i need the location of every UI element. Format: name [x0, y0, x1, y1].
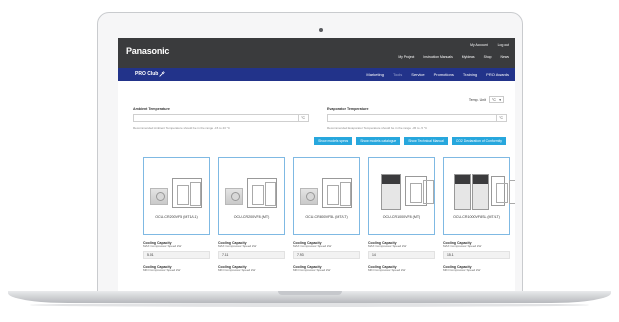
max-speed-label: MAX Compressor Speed kW — [443, 244, 482, 249]
condensing-unit-image — [148, 174, 206, 214]
temp-unit-select[interactable]: °C ▾ — [489, 96, 504, 103]
technical-drawing — [171, 178, 202, 208]
product-card[interactable]: OCU-CR200VF8 (MT) Cooling Capacity MAX C… — [218, 157, 285, 273]
min-speed-label: MIN Compressor Speed kW — [218, 268, 256, 273]
max-speed-label: MAX Compressor Speed kW — [368, 244, 407, 249]
condensing-unit-image — [298, 174, 356, 214]
show-models-specs-button[interactable]: Show models specs — [314, 137, 353, 145]
my-project-link[interactable]: My Project — [398, 55, 414, 59]
laptop-screen: Panasonic My Account Log out My Project … — [118, 38, 515, 291]
nav-marketing[interactable]: Marketing — [366, 72, 384, 77]
nav-promotions[interactable]: Promotions — [434, 72, 454, 77]
show-models-catalogue-button[interactable]: Show models catalogue — [356, 137, 401, 145]
panasonic-logo[interactable]: Panasonic — [126, 46, 169, 56]
min-speed-label: MIN Compressor Speed kW — [368, 268, 406, 273]
laptop-base-notch — [278, 291, 342, 295]
technical-drawing — [246, 178, 277, 208]
co2-declaration-button[interactable]: CO2 Declaration of Conformity — [451, 137, 506, 145]
product-card[interactable]: OCU-CR1000VF8SL (MT/LT) Cooling Capacity… — [443, 157, 515, 273]
laptop-shadow — [30, 303, 589, 307]
nav-links: Marketing Tools Service Promotions Train… — [366, 72, 509, 77]
temp-unit-value: °C — [492, 97, 496, 102]
nav-tools[interactable]: Tools — [393, 72, 402, 77]
temp-unit-label: Temp. Unit — [468, 97, 486, 102]
account-links: My Account Log out — [470, 43, 509, 47]
min-speed-label: MIN Compressor Speed kW — [293, 268, 331, 273]
top-header: Panasonic My Account Log out My Project … — [118, 38, 515, 68]
show-technical-manual-button[interactable]: Show Technical Manual — [404, 137, 448, 145]
instruction-manuals-link[interactable]: Instruction Manuals — [423, 55, 452, 59]
evaporator-temperature-input[interactable]: °C — [327, 114, 507, 122]
logout-link[interactable]: Log out — [498, 43, 509, 47]
max-speed-label: MAX Compressor Speed kW — [218, 244, 257, 249]
ambient-temperature-label: Ambient Temperature — [133, 107, 170, 111]
product-image-frame[interactable]: OCU-CR1000VF8 (MT) — [368, 157, 435, 235]
pro-club-label: PRO Club — [135, 71, 159, 77]
max-speed-label: MAX Compressor Speed kW — [293, 244, 332, 249]
condensing-unit-image — [373, 174, 434, 214]
evaporator-unit: °C — [496, 115, 503, 121]
camera-icon — [319, 28, 323, 32]
evaporator-hint: Recommended Evaporator Temperature shoul… — [327, 126, 428, 130]
shop-link[interactable]: Shop — [484, 55, 492, 59]
technical-drawing — [490, 176, 515, 206]
selector-content: Temp. Unit °C ▾ Ambient Temperature °C R… — [124, 81, 515, 291]
myideas-link[interactable]: MyIdeas — [462, 55, 475, 59]
nav-pro-awards[interactable]: PRO Awards — [486, 72, 509, 77]
pro-club-brand[interactable]: PRO Club — [135, 71, 166, 77]
product-name: OCU-CR200VF5 (MT1/L1) — [155, 215, 198, 219]
chevron-down-icon: ▾ — [499, 97, 501, 102]
condensing-unit-image — [448, 174, 515, 214]
condensing-unit-image — [223, 174, 281, 214]
product-cards: OCU-CR200VF5 (MT1/L1) Cooling Capacity M… — [143, 157, 515, 273]
nav-training[interactable]: Training — [463, 72, 477, 77]
temp-unit-control: Temp. Unit °C ▾ — [469, 96, 504, 103]
max-speed-label: MAX Compressor Speed kW — [143, 244, 182, 249]
max-capacity-value: 14 — [368, 251, 435, 259]
technical-drawing — [404, 176, 434, 206]
ambient-unit: °C — [298, 115, 305, 121]
technical-drawing — [321, 178, 352, 208]
product-card[interactable]: OCU-CR1000VF8 (MT) Cooling Capacity MAX … — [368, 157, 435, 273]
ambient-temperature-input[interactable]: °C — [133, 114, 309, 122]
news-link[interactable]: News — [501, 55, 509, 59]
max-capacity-value: 7.93 — [293, 251, 360, 259]
product-name: OCU-CR1000VF8 (MT) — [382, 215, 421, 219]
tools-icon — [159, 71, 166, 77]
product-card[interactable]: OCU-CR200VF5 (MT1/L1) Cooling Capacity M… — [143, 157, 210, 273]
product-name: OCU-CR800VF5L (MT/LT) — [305, 215, 348, 219]
my-account-link[interactable]: My Account — [470, 43, 488, 47]
product-image-frame[interactable]: OCU-CR1000VF8SL (MT/LT) — [443, 157, 515, 235]
product-image-frame[interactable]: OCU-CR800VF5L (MT/LT) — [293, 157, 360, 235]
product-name: OCU-CR200VF8 (MT) — [233, 215, 270, 219]
max-capacity-value: 7.11 — [218, 251, 285, 259]
evaporator-temperature-label: Evaporator Temperature — [327, 107, 369, 111]
ambient-hint: Recommended Ambient Temperature should b… — [133, 126, 231, 130]
min-speed-label: MIN Compressor Speed kW — [143, 268, 181, 273]
main-nav: PRO Club Marketing Tools Service Promoti… — [118, 68, 515, 81]
max-capacity-value: 15.1 — [443, 251, 510, 259]
product-image-frame[interactable]: OCU-CR200VF8 (MT) — [218, 157, 285, 235]
max-capacity-value: 5.01 — [143, 251, 210, 259]
utility-links: My Project Instruction Manuals MyIdeas S… — [398, 55, 509, 59]
min-speed-label: MIN Compressor Speed kW — [443, 268, 481, 273]
product-card[interactable]: OCU-CR800VF5L (MT/LT) Cooling Capacity M… — [293, 157, 360, 273]
product-name: OCU-CR1000VF8SL (MT/LT) — [453, 215, 500, 219]
nav-service[interactable]: Service — [411, 72, 424, 77]
product-image-frame[interactable]: OCU-CR200VF5 (MT1/L1) — [143, 157, 210, 235]
action-buttons: Show models specs Show models catalogue … — [314, 137, 506, 145]
